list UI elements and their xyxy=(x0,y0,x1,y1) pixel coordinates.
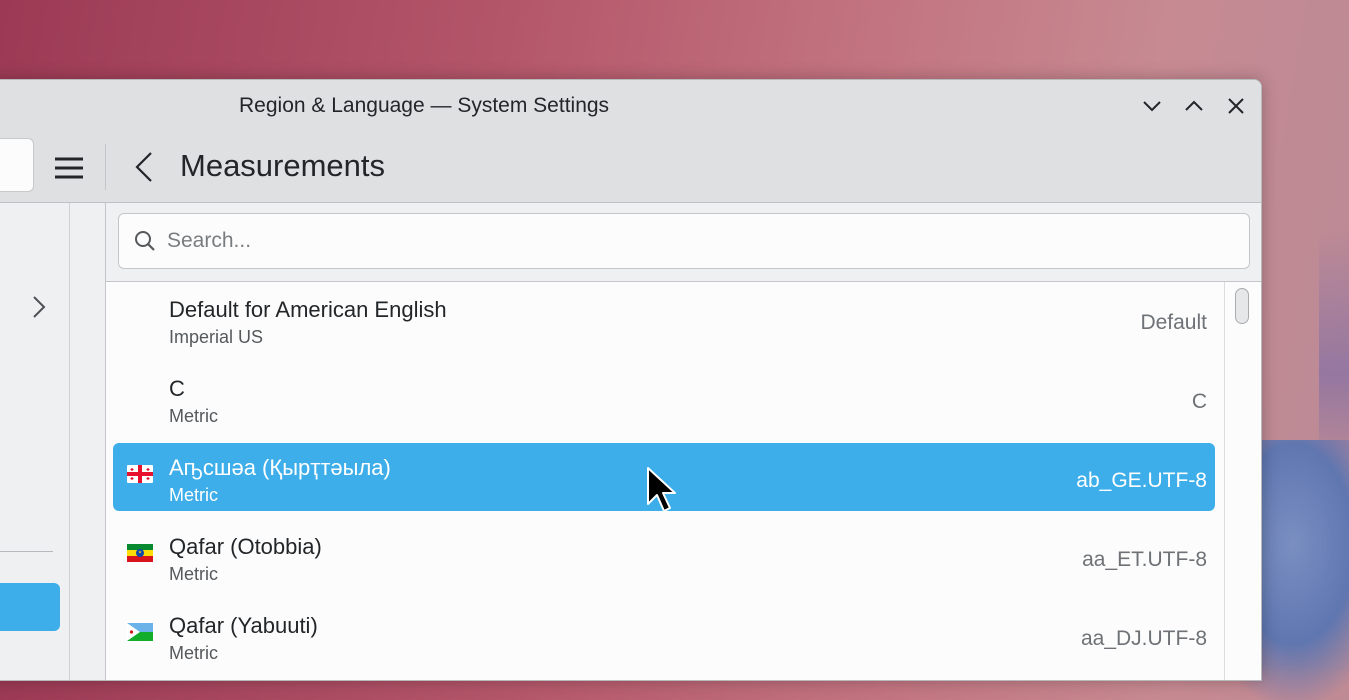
item-code: aa_DJ.UTF-8 xyxy=(1080,627,1207,650)
main-content: Default for American English Imperial US… xyxy=(105,203,1261,680)
item-subtitle: Metric xyxy=(169,485,218,505)
item-name: Default for American English xyxy=(169,297,447,322)
list-item[interactable]: Qafar (Otobbia) Metric aa_ET.UTF-8 xyxy=(113,522,1215,590)
scrollbar-thumb[interactable] xyxy=(1235,288,1249,324)
item-code: Default xyxy=(1140,311,1207,334)
search-field[interactable] xyxy=(118,213,1250,269)
georgia-flag-icon xyxy=(127,465,153,483)
item-name: Qafar (Yabuuti) xyxy=(169,613,318,638)
system-settings-window: Region & Language — System Settings Meas… xyxy=(0,79,1262,681)
item-subtitle: Imperial US xyxy=(169,327,264,347)
mouse-cursor-icon xyxy=(647,467,676,512)
list-item[interactable]: C Metric C xyxy=(113,364,1215,432)
item-subtitle: Metric xyxy=(169,406,218,426)
sidebar-divider xyxy=(0,551,53,552)
hamburger-menu-icon[interactable] xyxy=(53,152,85,184)
sidebar xyxy=(0,203,70,680)
list-item[interactable]: Default for American English Imperial US… xyxy=(113,285,1215,353)
sidebar-search-field[interactable] xyxy=(0,138,34,192)
search-icon xyxy=(135,231,155,251)
ethiopia-flag-icon xyxy=(127,544,153,562)
item-code: C xyxy=(1191,390,1207,413)
minimize-icon[interactable] xyxy=(1141,95,1163,117)
maximize-icon[interactable] xyxy=(1183,95,1205,117)
chevron-right-icon[interactable] xyxy=(29,293,49,321)
item-code: ab_GE.UTF-8 xyxy=(1076,469,1207,492)
wallpaper-decoration xyxy=(1319,230,1349,470)
search-input[interactable] xyxy=(165,222,1229,260)
item-name: Аҧсшәа (Қырҭтәыла) xyxy=(169,455,391,480)
item-subtitle: Metric xyxy=(169,564,218,584)
scrollbar[interactable] xyxy=(1224,282,1261,680)
page-header: Measurements xyxy=(0,132,1261,203)
back-arrow-icon[interactable] xyxy=(131,150,157,184)
item-name: Qafar (Otobbia) xyxy=(169,534,322,559)
djibouti-flag-icon xyxy=(127,623,153,641)
list-item[interactable]: Qafar (Yabuuti) Metric aa_DJ.UTF-8 xyxy=(113,601,1215,669)
page-title: Measurements xyxy=(180,148,386,183)
sidebar-selected-item[interactable] xyxy=(0,583,60,631)
header-separator xyxy=(105,144,106,190)
item-code: aa_ET.UTF-8 xyxy=(1082,548,1207,571)
title-bar[interactable]: Region & Language — System Settings xyxy=(0,80,1261,132)
measurement-list: Default for American English Imperial US… xyxy=(106,282,1261,680)
close-icon[interactable] xyxy=(1225,95,1247,117)
item-name: C xyxy=(169,376,185,401)
item-subtitle: Metric xyxy=(169,643,218,663)
search-bar xyxy=(106,203,1261,282)
window-title: Region & Language — System Settings xyxy=(239,94,610,117)
